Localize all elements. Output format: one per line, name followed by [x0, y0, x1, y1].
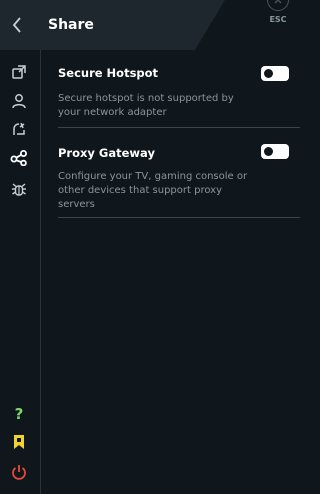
share-link-icon: [12, 65, 26, 79]
bookmark-icon: [14, 435, 24, 449]
help-button[interactable]: ?: [8, 403, 30, 425]
proxy-gateway-toggle[interactable]: [261, 144, 289, 159]
bug-icon: [12, 183, 26, 196]
proxy-gateway-title: Proxy Gateway: [58, 146, 155, 160]
user-icon: [12, 94, 26, 109]
secure-hotspot-description: Secure hotspot is not supported by your …: [58, 93, 234, 118]
share-nodes-icon: [10, 150, 27, 166]
power-button[interactable]: [8, 461, 30, 483]
divider: [58, 127, 300, 128]
sidebar-item-share[interactable]: [8, 147, 30, 169]
toggle-knob: [264, 147, 273, 156]
secure-hotspot-title: Secure Hotspot: [58, 66, 159, 80]
chevron-left-icon: [12, 17, 21, 33]
sidebar: ?: [0, 50, 41, 494]
block-icon: [13, 122, 25, 135]
close-icon: [267, 0, 289, 11]
back-button[interactable]: [0, 0, 34, 50]
help-icon: ?: [14, 405, 24, 423]
esc-button[interactable]: ESC: [262, 0, 294, 37]
header: Share ESC: [0, 0, 300, 50]
page-title: Share: [48, 17, 94, 33]
secure-hotspot-toggle[interactable]: [261, 66, 289, 81]
divider: [58, 217, 300, 218]
sidebar-item-account[interactable]: [8, 90, 30, 112]
power-icon: [12, 465, 26, 480]
sidebar-item-blocker[interactable]: [8, 118, 30, 140]
toggle-knob: [264, 69, 273, 78]
esc-label: ESC: [269, 15, 287, 24]
sidebar-item-share-link[interactable]: [8, 61, 30, 83]
bookmark-button[interactable]: [8, 431, 30, 453]
sidebar-item-debug[interactable]: [8, 178, 30, 200]
proxy-gateway-description: Configure your TV, gaming console or oth…: [58, 171, 248, 210]
